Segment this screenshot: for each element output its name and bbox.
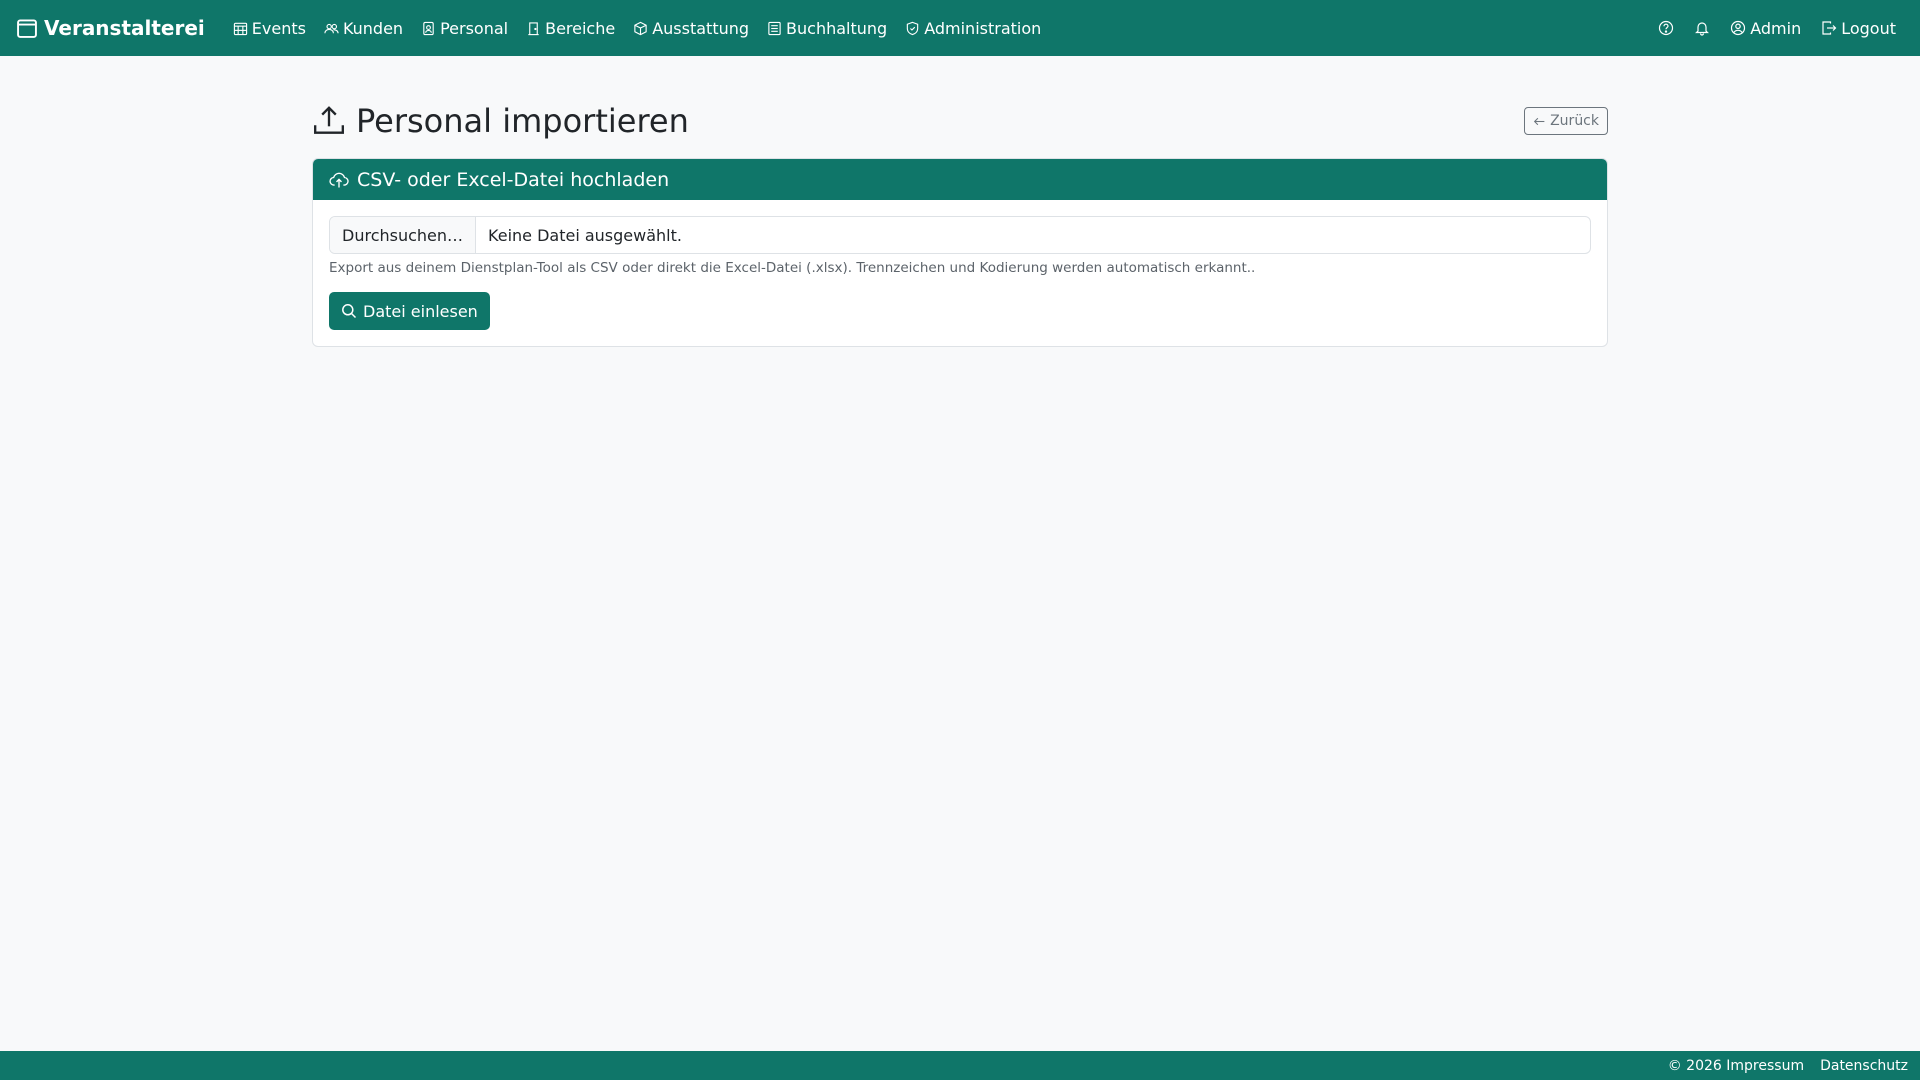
user-menu[interactable]: Admin xyxy=(1722,13,1809,44)
read-file-button[interactable]: Datei einlesen xyxy=(329,292,490,330)
nav-item-label: Bereiche xyxy=(545,18,616,38)
upload-card: CSV- oder Excel-Datei hochladen Durchsuc… xyxy=(312,158,1608,347)
question-circle-icon xyxy=(1659,20,1674,36)
nav-item-label: Personal xyxy=(440,18,509,38)
nav-item-events[interactable]: Events xyxy=(225,13,314,44)
nav-item-label: Events xyxy=(251,18,306,38)
logout-label: Logout xyxy=(1841,18,1896,38)
page-title: Personal importieren xyxy=(312,102,689,140)
nav-right: Admin Logout xyxy=(1650,13,1904,44)
file-status: Keine Datei ausgewählt. xyxy=(488,225,682,245)
box-icon xyxy=(634,21,647,35)
calendar-grid-icon xyxy=(233,22,247,35)
back-button[interactable]: Zurück xyxy=(1524,107,1608,135)
nav-item-administration[interactable]: Administration xyxy=(897,13,1049,44)
cloud-upload-icon xyxy=(329,172,349,187)
upload-icon xyxy=(314,106,344,134)
nav-item-personal[interactable]: Personal xyxy=(413,13,516,44)
top-navbar: Veranstalterei Events Kunden Personal Be… xyxy=(0,0,1920,56)
title-row: Personal importieren Zurück xyxy=(312,98,1608,144)
main-content: Personal importieren Zurück CSV- oder Ex… xyxy=(312,56,1608,347)
ledger-icon xyxy=(768,21,781,35)
card-header-text: CSV- oder Excel-Datei hochladen xyxy=(357,168,670,191)
card-body: Durchsuchen… Keine Datei ausgewählt. Exp… xyxy=(313,200,1607,346)
card-header: CSV- oder Excel-Datei hochladen xyxy=(313,159,1607,200)
read-file-label: Datei einlesen xyxy=(363,301,478,321)
calendar-icon xyxy=(17,19,37,38)
footer: © 2026 Impressum Datenschutz xyxy=(0,1051,1920,1080)
notifications-button[interactable] xyxy=(1686,14,1718,42)
file-input[interactable]: Durchsuchen… Keine Datei ausgewählt. xyxy=(329,216,1591,254)
shield-icon xyxy=(906,21,919,35)
main-nav: Events Kunden Personal Bereiche Ausstatt… xyxy=(225,13,1050,44)
nav-item-label: Kunden xyxy=(342,18,404,38)
page-title-text: Personal importieren xyxy=(356,102,689,140)
nav-item-ausstattung[interactable]: Ausstattung xyxy=(625,13,757,44)
logout-icon xyxy=(1822,21,1837,35)
nav-item-kunden[interactable]: Kunden xyxy=(316,13,411,44)
nav-item-bereiche[interactable]: Bereiche xyxy=(518,13,623,44)
help-text: Export aus deinem Dienstplan-Tool als CS… xyxy=(329,260,1256,276)
nav-item-buchhaltung[interactable]: Buchhaltung xyxy=(759,13,895,44)
brand-text: Veranstalterei xyxy=(44,16,205,40)
help-button[interactable] xyxy=(1650,14,1682,42)
nav-item-label: Buchhaltung xyxy=(786,18,888,38)
datenschutz-link[interactable]: Datenschutz xyxy=(1820,1058,1908,1074)
people-icon xyxy=(324,23,339,33)
impressum-link[interactable]: © 2026 Impressum xyxy=(1668,1058,1804,1074)
arrow-left-icon xyxy=(1533,117,1545,125)
logout-link[interactable]: Logout xyxy=(1813,13,1904,44)
person-badge-icon xyxy=(423,21,434,35)
brand-link[interactable]: Veranstalterei xyxy=(16,16,205,40)
browse-button[interactable]: Durchsuchen… xyxy=(330,217,477,253)
search-icon xyxy=(342,304,357,319)
person-circle-icon xyxy=(1731,20,1746,36)
bell-icon xyxy=(1695,22,1710,36)
nav-item-label: Administration xyxy=(924,18,1042,38)
user-label: Admin xyxy=(1750,18,1802,38)
back-label: Zurück xyxy=(1550,113,1599,129)
nav-item-label: Ausstattung xyxy=(652,18,750,38)
door-icon xyxy=(528,21,539,35)
